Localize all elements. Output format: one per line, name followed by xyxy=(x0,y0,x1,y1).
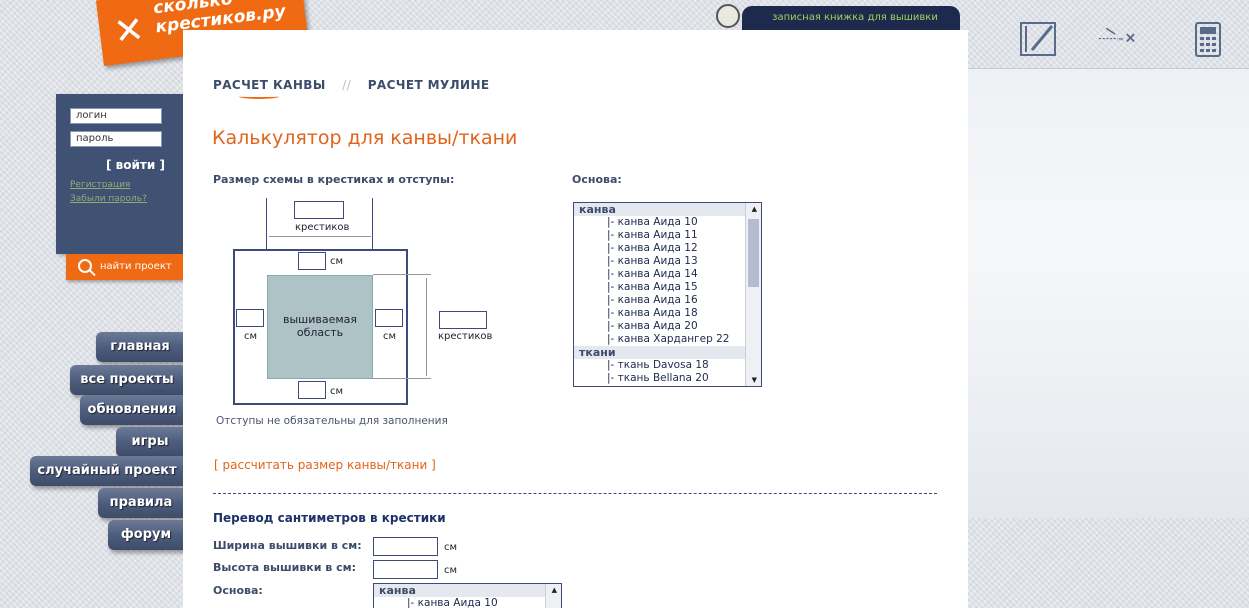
pattern-ruler-icon[interactable] xyxy=(1018,20,1062,60)
list-scrollbar[interactable]: ▲ xyxy=(545,584,561,608)
guide-line xyxy=(372,198,373,250)
list-item[interactable]: |- канва Аида 14 xyxy=(574,268,761,281)
list-group: канва xyxy=(574,203,761,216)
height-unit: см xyxy=(444,565,458,576)
base-label: Основа: xyxy=(572,173,622,186)
scroll-down-icon[interactable]: ▼ xyxy=(752,376,757,384)
page-title: Калькулятор для канвы/ткани xyxy=(212,127,518,149)
left-margin-input[interactable] xyxy=(236,309,264,327)
top-margin-unit: см xyxy=(330,256,344,267)
forgot-password-link[interactable]: Забыли пароль? xyxy=(70,194,147,204)
nav-main[interactable]: главная xyxy=(96,332,184,362)
scrollbar-thumb[interactable] xyxy=(748,219,759,287)
list-group: канва xyxy=(374,584,561,597)
list-item[interactable]: |- канва Аида 20 xyxy=(574,320,761,333)
nav-all-projects[interactable]: все проекты xyxy=(70,365,184,395)
clock-icon xyxy=(716,4,740,28)
bottom-margin-unit: см xyxy=(330,386,344,397)
guide-line xyxy=(373,274,431,275)
nav-random-project[interactable]: случайный проект xyxy=(30,456,184,486)
bottom-margin-input[interactable] xyxy=(298,381,326,399)
height-crosses-label: крестиков xyxy=(438,331,493,342)
list-item[interactable]: |- канва Аида 12 xyxy=(574,242,761,255)
list-item[interactable]: |- канва Аида 13 xyxy=(574,255,761,268)
height-arrow xyxy=(426,278,427,376)
width-label: Ширина вышивки в см: xyxy=(213,539,362,552)
list-item[interactable]: |- канва Аида 15 xyxy=(574,281,761,294)
list-item[interactable]: |- канва Хардангер 22 xyxy=(574,333,761,346)
cross-formula-icon[interactable]: = xyxy=(1096,20,1140,60)
tab-canvas-calc[interactable]: РАСЧЕТ КАНВЫ xyxy=(213,78,326,99)
canvas-diagram: крестиков вышиваемая область см см см см… xyxy=(213,198,513,408)
conversion-base-label: Основа: xyxy=(213,584,263,597)
conversion-base-select[interactable]: канва |- канва Аида 10 ▲ xyxy=(373,583,562,608)
margins-note: Отступы не обязательны для заполнения xyxy=(216,415,448,427)
register-link[interactable]: Регистрация xyxy=(70,180,130,190)
list-item[interactable]: |- ткань Bellana 20 xyxy=(574,372,761,385)
height-crosses-input[interactable] xyxy=(439,311,487,329)
list-scrollbar[interactable]: ▲ ▼ xyxy=(745,203,761,386)
guide-line xyxy=(373,378,431,379)
tab-separator: // xyxy=(342,78,352,92)
svg-text:=: = xyxy=(1118,34,1124,43)
width-crosses-input[interactable] xyxy=(294,201,344,219)
calc-tabs: РАСЧЕТ КАНВЫ // РАСЧЕТ МУЛИНЕ xyxy=(213,78,490,99)
search-icon xyxy=(78,259,92,273)
scroll-up-icon[interactable]: ▲ xyxy=(752,205,757,213)
right-margin-input[interactable] xyxy=(375,309,403,327)
nav-games[interactable]: игры xyxy=(116,427,184,457)
calculator-icon[interactable] xyxy=(1190,20,1234,60)
notebook-label: записная книжка для вышивки xyxy=(772,12,938,23)
notebook-link[interactable]: записная книжка для вышивки xyxy=(742,6,960,30)
list-group: ткани xyxy=(574,346,761,359)
section-divider xyxy=(213,493,937,494)
height-label: Высота вышивки в см: xyxy=(213,561,356,574)
conversion-title: Перевод сантиметров в крестики xyxy=(213,511,446,525)
main-content: РАСЧЕТ КАНВЫ // РАСЧЕТ МУЛИНЕ Калькулято… xyxy=(183,30,968,608)
width-crosses-label: крестиков xyxy=(295,222,350,233)
list-item[interactable]: |- канва Аида 16 xyxy=(574,294,761,307)
width-cm-input[interactable] xyxy=(373,537,438,556)
nav-forum[interactable]: форум xyxy=(108,520,184,550)
login-panel: логин пароль [ войти ] Регистрация Забыл… xyxy=(56,94,184,254)
width-arrow xyxy=(269,236,371,237)
base-select[interactable]: канва |- канва Аида 10 |- канва Аида 11 … xyxy=(573,202,762,387)
nav-updates[interactable]: обновления xyxy=(80,395,184,425)
guide-line xyxy=(266,198,267,250)
calculate-canvas-link[interactable]: [ рассчитать размер канвы/ткани ] xyxy=(214,458,436,472)
login-input[interactable]: логин xyxy=(70,108,162,124)
find-project-button[interactable]: найти проект xyxy=(66,254,184,280)
right-margin-unit: см xyxy=(383,331,397,342)
needles-icon: ✕ xyxy=(111,9,147,54)
embroidery-area: вышиваемая область xyxy=(267,275,373,379)
height-cm-input[interactable] xyxy=(373,560,438,579)
tab-floss-calc[interactable]: РАСЧЕТ МУЛИНЕ xyxy=(368,78,490,92)
login-button[interactable]: [ войти ] xyxy=(106,158,165,172)
list-item[interactable]: |- ткань Davosa 18 xyxy=(574,359,761,372)
list-item[interactable]: |- канва Аида 10 xyxy=(574,216,761,229)
password-input[interactable]: пароль xyxy=(70,131,162,147)
width-unit: см xyxy=(444,542,458,553)
list-item[interactable]: |- канва Аида 11 xyxy=(574,229,761,242)
decorative-paper xyxy=(968,68,1249,518)
list-item[interactable]: |- канва Аида 10 xyxy=(374,597,561,608)
list-item[interactable]: |- канва Аида 18 xyxy=(574,307,761,320)
scroll-up-icon[interactable]: ▲ xyxy=(552,586,557,594)
find-project-label: найти проект xyxy=(100,261,172,272)
left-margin-unit: см xyxy=(244,331,258,342)
top-margin-input[interactable] xyxy=(298,252,326,270)
diagram-section-label: Размер схемы в крестиках и отступы: xyxy=(213,173,455,186)
nav-rules[interactable]: правила xyxy=(98,488,184,518)
